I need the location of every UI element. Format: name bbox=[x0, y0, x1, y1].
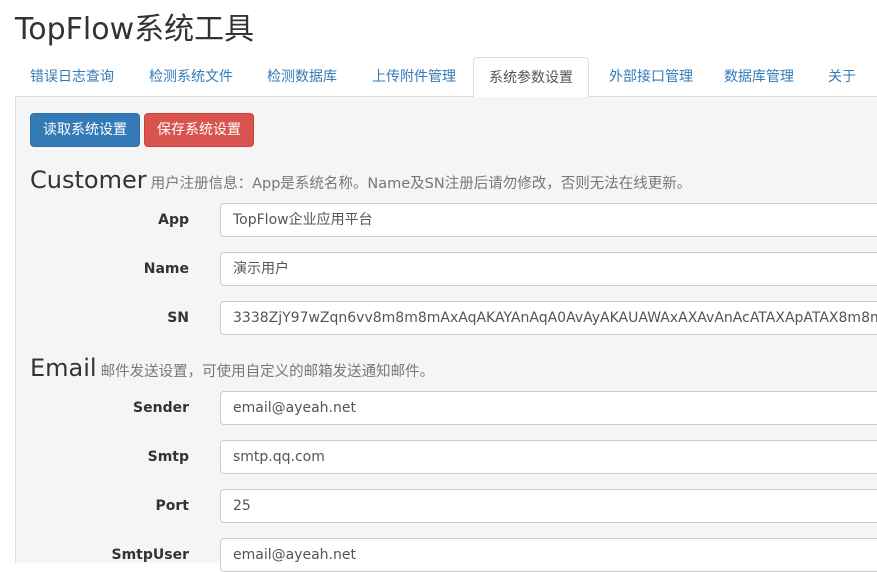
app-input[interactable]: TopFlow企业应用平台 bbox=[220, 203, 877, 237]
tab-about[interactable]: 关于 bbox=[815, 57, 869, 97]
sn-input[interactable]: 3338ZjY97wZqn6vv8m8m8mAxAqAKAYAnAqA0AvAy… bbox=[220, 301, 877, 335]
port-input[interactable]: 25 bbox=[220, 489, 877, 523]
smtp-label: Smtp bbox=[147, 449, 189, 465]
email-hint: 邮件发送设置，可使用自定义的邮箱发送通知邮件。 bbox=[100, 364, 435, 380]
name-input[interactable]: 演示用户 bbox=[220, 252, 877, 286]
smtpuser-label: SmtpUser bbox=[111, 547, 190, 563]
name-label: Name bbox=[143, 261, 189, 277]
read-settings-button[interactable]: 读取系统设置 bbox=[30, 113, 140, 147]
save-settings-button[interactable]: 保存系统设置 bbox=[144, 113, 254, 147]
port-label: Port bbox=[155, 498, 189, 514]
tab-error-log[interactable]: 错误日志查询 bbox=[15, 57, 129, 97]
smtp-input[interactable]: smtp.qq.com bbox=[220, 440, 877, 474]
tab-bar: 错误日志查询 检测系统文件 检测数据库 上传附件管理 系统参数设置 外部接口管理… bbox=[15, 57, 877, 98]
smtpuser-input[interactable]: email@ayeah.net bbox=[220, 538, 877, 572]
app-title: TopFlow系统工具 bbox=[15, 12, 255, 47]
tab-system-settings[interactable]: 系统参数设置 bbox=[473, 57, 589, 98]
customer-heading: Customer bbox=[30, 166, 147, 194]
tab-external-api[interactable]: 外部接口管理 bbox=[591, 57, 711, 97]
sn-label: SN bbox=[167, 310, 189, 326]
tab-database-admin[interactable]: 数据库管理 bbox=[711, 57, 807, 97]
tab-attachments[interactable]: 上传附件管理 bbox=[355, 57, 473, 97]
tab-check-database[interactable]: 检测数据库 bbox=[251, 57, 353, 97]
customer-hint: 用户注册信息：App是系统名称。Name及SN注册后请勿修改，否则无法在线更新。 bbox=[150, 176, 692, 192]
email-heading: Email bbox=[30, 354, 97, 382]
app-label: App bbox=[158, 212, 189, 228]
email-section-heading: Email 邮件发送设置，可使用自定义的邮箱发送通知邮件。 bbox=[30, 353, 434, 387]
tab-check-files[interactable]: 检测系统文件 bbox=[131, 57, 251, 97]
customer-section-heading: Customer 用户注册信息：App是系统名称。Name及SN注册后请勿修改，否… bbox=[30, 165, 691, 199]
sender-label: Sender bbox=[133, 400, 189, 416]
sender-input[interactable]: email@ayeah.net bbox=[220, 391, 877, 425]
